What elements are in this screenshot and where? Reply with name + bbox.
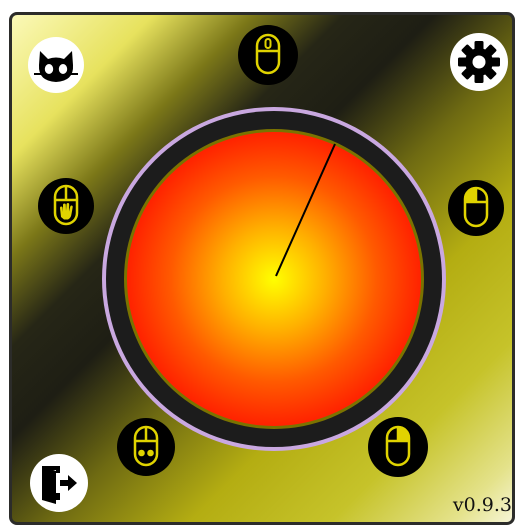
gear-icon: [458, 41, 500, 83]
mouse-scroll-icon: [255, 33, 281, 75]
scroll-mode-button[interactable]: [238, 25, 298, 85]
trackpad-panel: v0.9.3: [9, 12, 515, 525]
exit-door-icon: [42, 466, 77, 504]
github-button[interactable]: [28, 37, 84, 93]
mouse-drag-hand-icon: [53, 184, 79, 226]
dial-surface[interactable]: [127, 132, 421, 426]
mouse-left-click-icon: [463, 186, 489, 228]
exit-button[interactable]: [30, 454, 88, 512]
version-label: v0.9.3: [452, 494, 512, 516]
cat-icon: [34, 51, 78, 82]
left-click-button[interactable]: [448, 180, 504, 236]
drag-mode-button[interactable]: [38, 178, 94, 234]
settings-button[interactable]: [450, 33, 508, 91]
trackpad-dial[interactable]: [100, 105, 448, 453]
